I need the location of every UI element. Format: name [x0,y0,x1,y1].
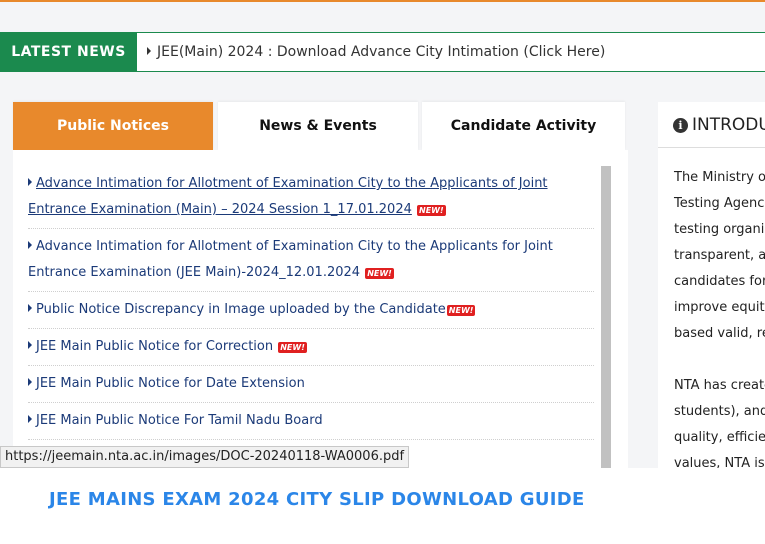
notice-2-line2: Entrance Examination (JEE Main)-2024_12.… [28,265,361,280]
caret-right-icon [28,341,32,349]
info-icon: i [673,118,688,133]
caret-right-icon [147,47,151,55]
intro-text-line: improve equit [674,300,765,315]
intro-text-line: candidates for [674,274,765,289]
latest-news-ticker: LATEST NEWS JEE(Main) 2024 : Download Ad… [0,32,765,72]
divider [28,291,594,292]
caret-right-icon [28,178,32,186]
caret-right-icon [28,378,32,386]
introduction-heading: i INTRODU [658,102,765,148]
caret-right-icon [28,241,32,249]
divider [28,328,594,329]
notice-link-3[interactable]: Public Notice Discrepancy in Image uploa… [28,297,594,323]
intro-text-line: transparent, a [674,248,765,263]
latest-news-label: LATEST NEWS [0,32,137,72]
notice-link-2[interactable]: Advance Intimation for Allotment of Exam… [28,234,594,286]
notice-4-text: JEE Main Public Notice for Correction [36,339,274,354]
introduction-panel: i INTRODU The Ministry o Testing Agenc te… [658,102,765,468]
tab-news-events[interactable]: News & Events [218,102,418,150]
notice-5-text: JEE Main Public Notice for Date Extensio… [36,376,305,391]
ticker-headline-link[interactable]: JEE(Main) 2024 : Download Advance City I… [137,32,765,72]
divider [28,365,594,366]
intro-text-line: NTA has create [674,378,765,393]
new-badge: NEW! [446,305,476,316]
divider [28,228,594,229]
caret-right-icon [28,415,32,423]
notice-link-5[interactable]: JEE Main Public Notice for Date Extensio… [28,371,594,397]
notice-link-4[interactable]: JEE Main Public Notice for Correction NE… [28,334,594,360]
notice-6-text: JEE Main Public Notice For Tamil Nadu Bo… [36,413,323,428]
notice-1-line1: Advance Intimation for Allotment of Exam… [36,176,548,191]
tab-public-notices[interactable]: Public Notices [13,102,213,150]
new-badge: NEW! [417,205,446,216]
notice-link-6[interactable]: JEE Main Public Notice For Tamil Nadu Bo… [28,408,594,434]
intro-text-line: Testing Agenc [674,196,765,211]
divider [28,402,594,403]
intro-text-line: students), and [674,404,765,419]
tab-candidate-activity[interactable]: Candidate Activity [422,102,625,150]
new-badge: NEW! [365,268,394,279]
introduction-heading-text: INTRODU [692,115,765,135]
guide-title: JEE MAINS EXAM 2024 CITY SLIP DOWNLOAD G… [49,489,585,510]
new-badge: NEW! [278,342,307,353]
notice-3-text: Public Notice Discrepancy in Image uploa… [36,302,446,317]
intro-text-line: based valid, re [674,326,765,341]
divider [28,439,594,440]
ticker-headline-text: JEE(Main) 2024 : Download Advance City I… [157,44,606,60]
notices-scrollbar[interactable] [601,166,611,468]
link-status-bar: https://jeemain.nta.ac.in/images/DOC-202… [0,446,410,468]
notice-1-line2: Entrance Examination (Main) – 2024 Sessi… [28,202,412,217]
intro-text-line: The Ministry o [674,170,765,185]
notice-2-line1: Advance Intimation for Allotment of Exam… [36,239,553,254]
intro-text-line: quality, efficie [674,430,765,445]
notice-link-1[interactable]: Advance Intimation for Allotment of Exam… [28,171,594,223]
intro-text-line: values, NTA is [674,456,765,468]
intro-text-line: testing organi [674,222,765,237]
caret-right-icon [28,304,32,312]
